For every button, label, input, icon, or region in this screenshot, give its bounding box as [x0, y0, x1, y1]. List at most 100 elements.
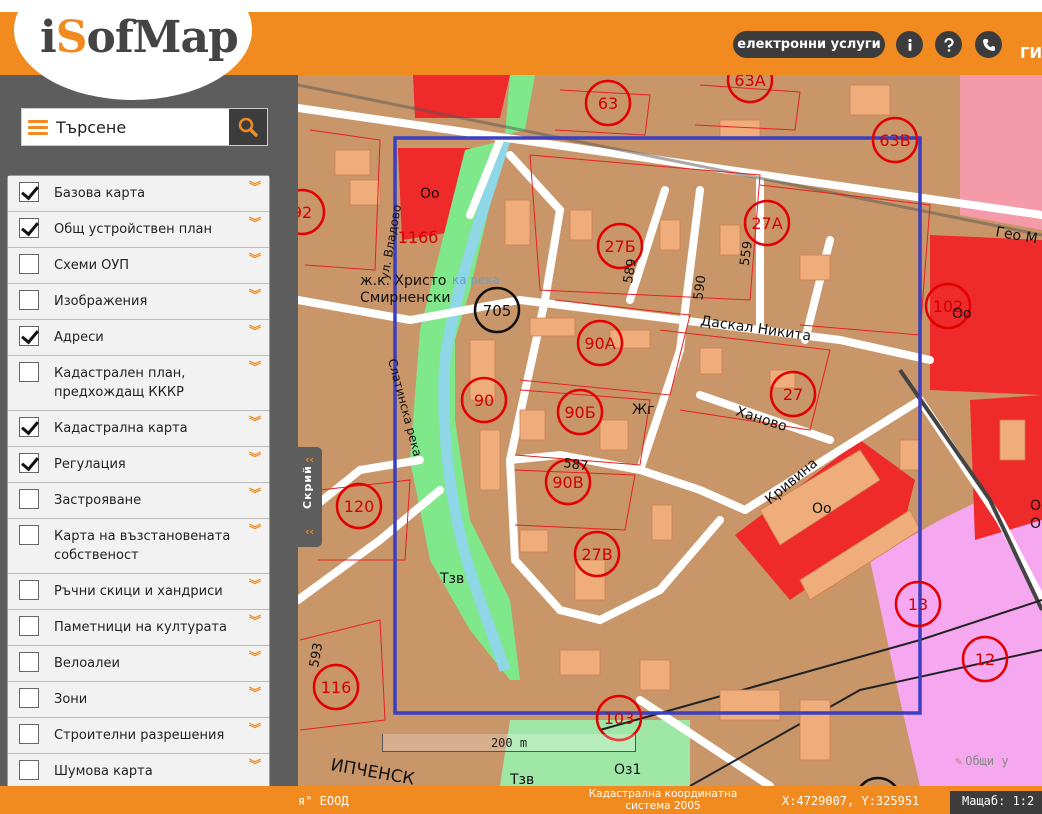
layer-label: Адреси — [54, 330, 104, 345]
expand-chevron-icon[interactable]: ︾ — [249, 452, 261, 464]
layer-label: Регулация — [54, 457, 126, 472]
label-27a: 27А — [751, 214, 782, 233]
gis-tab[interactable]: ГИ — [1020, 44, 1042, 62]
footer-crs[interactable]: Кадастрална координатна система 2005 — [583, 788, 743, 812]
eservices-button[interactable]: електронни услуги — [733, 31, 885, 58]
layer-item[interactable]: Общ устройствен план ︾ — [8, 212, 269, 248]
layer-checkbox[interactable] — [19, 254, 39, 274]
layer-label: Велоалеи — [54, 656, 120, 671]
map-svg[interactable]: 63 63А 63В 27А 27Б 27 90А 90 90Б 90В 27В… — [298, 75, 1042, 786]
layer-checkbox[interactable] — [19, 616, 39, 636]
phone-button[interactable] — [975, 31, 1002, 58]
layer-item[interactable]: Застрояване ︾ — [8, 483, 269, 519]
layer-checkbox[interactable] — [19, 489, 39, 509]
layer-checkbox[interactable] — [19, 760, 39, 780]
layer-checkbox[interactable] — [19, 724, 39, 744]
layer-label: Карта на възстановената собственост — [54, 529, 231, 563]
label-116b: 116б — [398, 228, 438, 247]
footer-crs-line2: система 2005 — [625, 800, 701, 812]
layer-item[interactable]: Кадастрален план, предхождащ КККР ︾ — [8, 356, 269, 411]
search-icon — [238, 117, 258, 137]
expand-chevron-icon[interactable]: ︾ — [249, 759, 261, 771]
layer-checkbox[interactable] — [19, 326, 39, 346]
layer-checkbox[interactable] — [19, 652, 39, 672]
info-button[interactable] — [896, 31, 923, 58]
app-root: iSofMap електронни услуги ГИ Базова карт… — [0, 0, 1042, 814]
layer-checkbox[interactable] — [19, 218, 39, 238]
layer-item[interactable]: Велоалеи ︾ — [8, 646, 269, 682]
label-13: 13 — [908, 595, 928, 614]
layer-label: Общ устройствен план — [54, 222, 212, 237]
expand-chevron-icon[interactable]: ︾ — [249, 615, 261, 627]
label-63: 63 — [598, 94, 618, 113]
help-button[interactable] — [935, 31, 962, 58]
expand-chevron-icon[interactable]: ︾ — [249, 217, 261, 229]
footer-scale-label: Мащаб: 1:2 — [962, 794, 1035, 808]
layer-item[interactable]: Кадастрална карта ︾ — [8, 411, 269, 447]
expand-chevron-icon[interactable]: ︾ — [249, 181, 261, 193]
expand-chevron-icon[interactable]: ︾ — [249, 253, 261, 265]
expand-chevron-icon[interactable]: ︾ — [249, 651, 261, 663]
layer-item[interactable]: Зони ︾ — [8, 682, 269, 718]
expand-chevron-icon[interactable]: ︾ — [249, 579, 261, 591]
label-103: 103 — [604, 709, 635, 728]
expand-chevron-icon[interactable]: ︾ — [249, 361, 261, 373]
label-92: 92 — [298, 203, 312, 222]
expand-chevron-icon[interactable]: ︾ — [249, 416, 261, 428]
shared-link[interactable]: ✎ Общи у — [955, 754, 1009, 768]
expand-chevron-icon[interactable]: ︾ — [249, 723, 261, 735]
footer-bar: я" ЕООД Кадастрална координатна система 2… — [0, 786, 1042, 814]
search-button[interactable] — [229, 109, 267, 145]
layer-label: Зони — [54, 692, 88, 707]
layer-item[interactable]: Базова карта ︾ — [8, 176, 269, 212]
menu-icon[interactable] — [28, 120, 48, 136]
layer-checkbox[interactable] — [19, 290, 39, 310]
label-90: 90 — [474, 391, 494, 410]
map-canvas[interactable]: 63 63А 63В 27А 27Б 27 90А 90 90Б 90В 27В… — [298, 75, 1042, 786]
layer-label: Кадастрална карта — [54, 421, 188, 436]
label-zone-tzv: Тзв — [439, 571, 464, 587]
layer-checkbox[interactable] — [19, 417, 39, 437]
layer-item[interactable]: Карта на възстановената собственост ︾ — [8, 519, 269, 574]
app-logo[interactable]: iSofMap — [40, 12, 239, 63]
layer-item[interactable]: Адреси ︾ — [8, 320, 269, 356]
label-27v: 27В — [581, 545, 612, 564]
shared-label: Общи у — [965, 754, 1009, 768]
logo-pin-icon: S — [55, 12, 88, 63]
layer-checkbox[interactable] — [19, 362, 39, 382]
scale-bar-label: 200 m — [490, 736, 528, 750]
layer-checkbox[interactable] — [19, 688, 39, 708]
expand-chevron-icon[interactable]: ︾ — [249, 524, 261, 536]
label-zone-zh: Жг — [632, 402, 654, 418]
expand-chevron-icon[interactable]: ︾ — [249, 687, 261, 699]
layer-item[interactable]: Строителни разрешения ︾ — [8, 718, 269, 754]
layer-item[interactable]: Изображения ︾ — [8, 284, 269, 320]
label-district-2: Смирненски — [360, 290, 451, 306]
collapse-arrow-icon-top: ‹‹ — [305, 453, 315, 466]
footer-scale[interactable]: Мащаб: 1:2 — [950, 791, 1042, 814]
label-zone-oo-3: Оо — [952, 306, 972, 322]
expand-chevron-icon[interactable]: ︾ — [249, 488, 261, 500]
layer-item[interactable]: Паметници на културата ︾ — [8, 610, 269, 646]
label-120: 120 — [344, 497, 375, 516]
expand-chevron-icon[interactable]: ︾ — [249, 325, 261, 337]
expand-chevron-icon[interactable]: ︾ — [249, 289, 261, 301]
label-zone-oo-4: Оо — [1030, 498, 1042, 514]
label-63a: 63А — [734, 75, 765, 90]
layer-checkbox[interactable] — [19, 182, 39, 202]
label-zone-o: О — [1030, 516, 1041, 532]
layer-item[interactable]: Регулация ︾ — [8, 447, 269, 483]
layer-checkbox[interactable] — [19, 580, 39, 600]
hide-sidebar-tab[interactable]: ‹‹ Скрий ‹‹ — [298, 447, 322, 547]
label-zone-oz: Оз1 — [614, 762, 641, 778]
layer-checkbox[interactable] — [19, 525, 39, 545]
layer-item[interactable]: Ръчни скици и хандриси ︾ — [8, 574, 269, 610]
layer-item[interactable]: Схеми ОУП ︾ — [8, 248, 269, 284]
label-90v: 90В — [552, 473, 583, 492]
layer-checkbox[interactable] — [19, 453, 39, 473]
layer-item[interactable]: Шумова карта ︾ — [8, 754, 269, 789]
layer-label: Строителни разрешения — [54, 728, 225, 743]
search-input[interactable] — [56, 113, 226, 141]
layer-label: Схеми ОУП — [54, 258, 130, 273]
footer-coordinates: X:4729007, Y:325951 — [782, 794, 920, 808]
